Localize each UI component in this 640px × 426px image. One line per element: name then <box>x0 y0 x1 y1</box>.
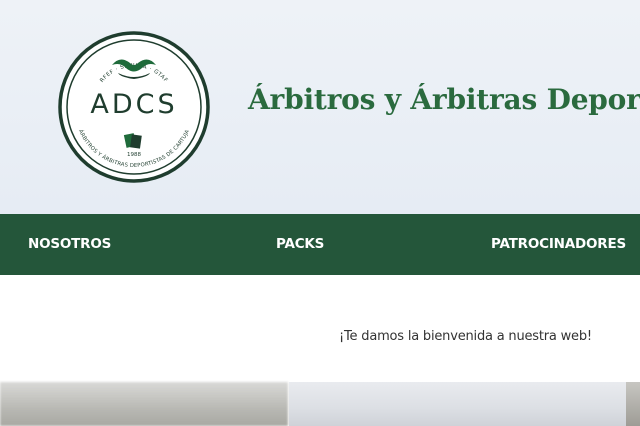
nav-item-packs[interactable]: PACKS <box>276 236 324 252</box>
main-navigation: NOSOTROS PACKS PATROCINADORES <box>0 214 640 275</box>
site-title: Árbitros y Árbitras Deporti <box>248 83 640 116</box>
logo-year: 1988 <box>127 152 141 158</box>
site-logo[interactable]: RFEF · SEVILLA · GTAF ADCS 1988 ÁRBITROS… <box>58 31 210 183</box>
gallery-image-right[interactable] <box>626 382 640 426</box>
welcome-message: ¡Te damos la bienvenida a nuestra web! <box>339 329 592 344</box>
referee-cards-icon <box>123 133 142 149</box>
nav-item-nosotros[interactable]: NOSOTROS <box>28 236 111 252</box>
logo-emblem: RFEF · SEVILLA · GTAF ADCS 1988 ÁRBITROS… <box>58 31 210 183</box>
gallery-image-center[interactable] <box>289 382 626 426</box>
logo-acronym: ADCS <box>90 89 177 120</box>
gallery-image-left[interactable] <box>0 382 288 426</box>
site-header: RFEF · SEVILLA · GTAF ADCS 1988 ÁRBITROS… <box>0 0 640 214</box>
nav-item-patrocinadores[interactable]: PATROCINADORES <box>491 236 626 252</box>
